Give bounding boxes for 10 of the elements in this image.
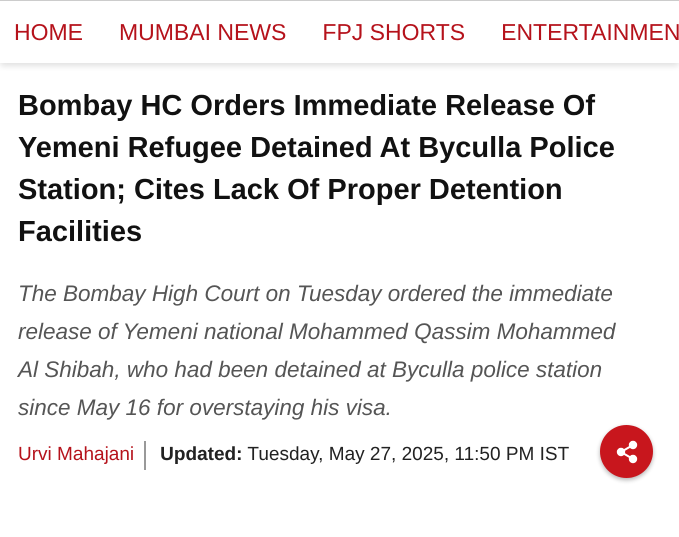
nav-link[interactable]: FPJ SHORTS [322, 20, 466, 44]
updated-date: Updated: Tuesday, May 27, 2025, 11:50 PM IST [159, 443, 570, 467]
share-button[interactable] [600, 425, 653, 478]
nav-link[interactable]: MUMBAI NEWS [119, 20, 286, 44]
nav-link[interactable]: HOME [14, 20, 83, 44]
nav-link[interactable]: ENTERTAINMEN [501, 20, 679, 44]
summary: The Bombay High Court on Tuesday ordered the immediate release of Yemeni national Mohammed Qassim Mohammed Al Shibah, who had been detained at Byculla police station since May 16 for overstaying his visa. [18, 280, 617, 422]
share-icon [614, 440, 638, 464]
headline: Bombay HC Orders Immediate Release Of Yemeni Refugee Detained At Byculla Police Station; Cites Lack Of Proper Detention Facilities [18, 89, 616, 250]
author-link[interactable]: Urvi Mahajani [18, 441, 146, 470]
